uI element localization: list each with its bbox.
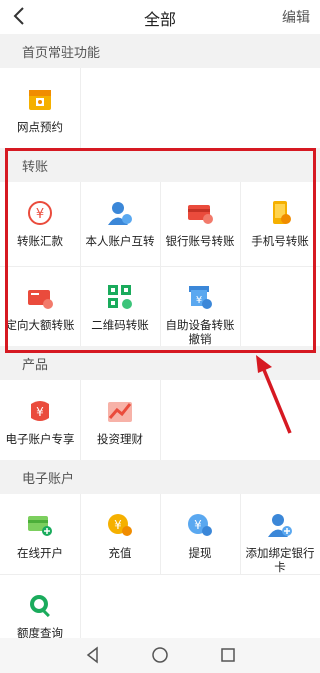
svg-text:¥: ¥ xyxy=(114,518,122,532)
grid-item-add-bind-card[interactable]: 添加绑定银行卡 xyxy=(240,494,320,574)
grid-item-label: 添加绑定银行卡 xyxy=(245,546,315,574)
edit-button[interactable]: 编辑 xyxy=(282,7,310,27)
section-header-e-account: 电子账户 xyxy=(0,460,320,494)
grid-item-label: 电子账户专享 xyxy=(5,432,75,446)
nav-recents-icon[interactable] xyxy=(219,646,237,664)
grid-item-branch-appointment[interactable]: 网点预约 xyxy=(0,68,80,148)
recharge-icon: ¥ xyxy=(108,514,132,536)
add-bind-card-icon xyxy=(268,514,292,537)
section-title: 产品 xyxy=(22,358,49,373)
annotation-arrow-icon xyxy=(256,355,292,434)
grid-item-recharge[interactable]: ¥ 充值 xyxy=(80,494,160,574)
system-nav-bar xyxy=(0,638,320,673)
grid-item-investment[interactable]: 投资理财 xyxy=(80,380,160,460)
highlight-box xyxy=(5,148,316,353)
section-title: 首页常驻功能 xyxy=(22,46,101,61)
grid-item-label: 投资理财 xyxy=(97,432,143,446)
investment-icon xyxy=(108,402,132,422)
section-header-resident: 首页常驻功能 xyxy=(0,34,320,68)
grid-item-open-account[interactable]: 在线开户 xyxy=(0,494,80,574)
grid-item-withdraw[interactable]: ¥ 提现 xyxy=(160,494,240,574)
nav-home-icon[interactable] xyxy=(151,646,169,664)
grid-item-label: 网点预约 xyxy=(17,120,63,134)
resident-grid: 网点预约 xyxy=(0,68,320,148)
grid-item-label: 充值 xyxy=(108,546,132,560)
grid-item-label: 在线开户 xyxy=(17,546,63,560)
svg-text:¥: ¥ xyxy=(36,405,44,419)
nav-back-icon[interactable] xyxy=(84,646,102,664)
e-account-exclusive-icon: ¥ xyxy=(31,401,49,421)
e-account-grid: 在线开户 ¥ 充值 ¥ 提现 添加绑定银行卡 额度查询 xyxy=(0,494,320,640)
grid-item-e-account-exclusive[interactable]: ¥ 电子账户专享 xyxy=(0,380,80,460)
open-account-icon xyxy=(28,516,52,536)
top-bar: 全部 编辑 xyxy=(0,0,320,34)
calendar-store-icon xyxy=(29,90,51,110)
page-title: 全部 xyxy=(143,10,176,29)
grid-item-label: 提现 xyxy=(188,546,212,560)
svg-text:¥: ¥ xyxy=(194,518,202,532)
section-title: 电子账户 xyxy=(22,472,75,487)
limit-query-icon xyxy=(30,595,50,618)
withdraw-icon: ¥ xyxy=(188,514,212,536)
